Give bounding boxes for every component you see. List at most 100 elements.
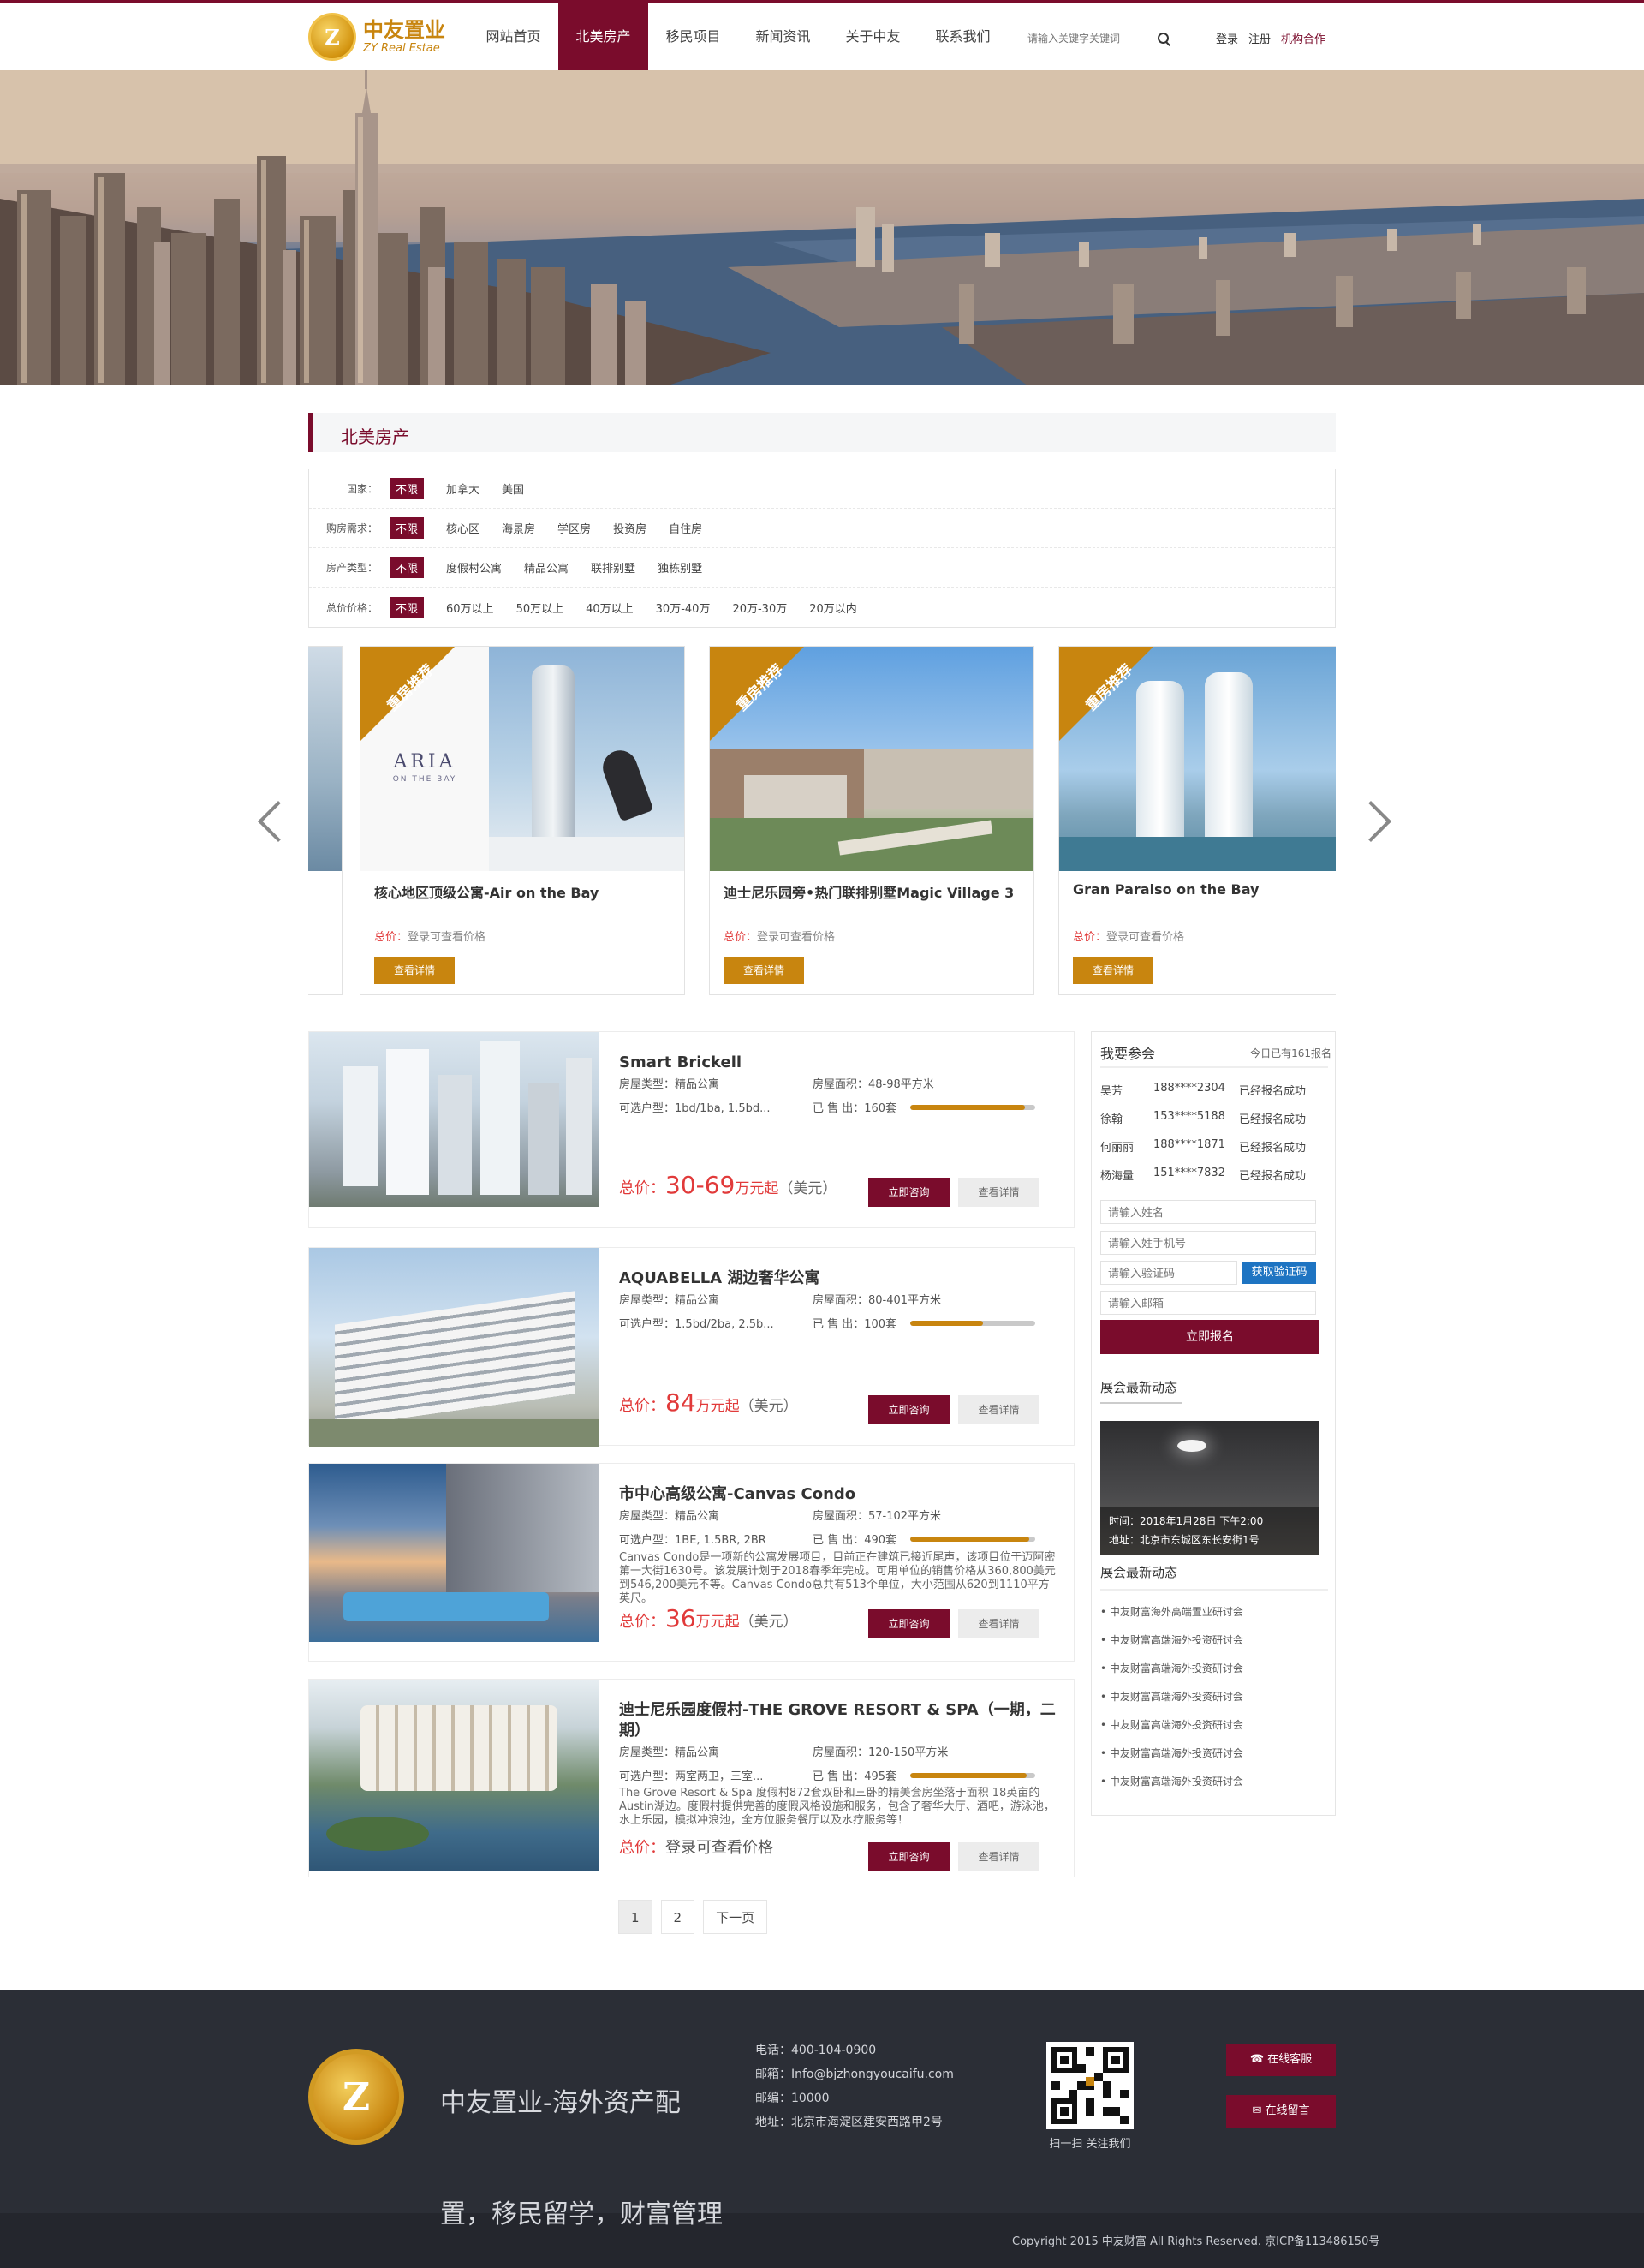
brand-text: ARIA [393, 751, 456, 773]
filter-option[interactable]: 自住房 [669, 520, 702, 536]
login-link[interactable]: 登录 [1216, 30, 1238, 46]
property-image[interactable] [309, 1032, 599, 1207]
consult-button[interactable]: 立即咨询 [868, 1609, 950, 1638]
chat-icon: ☎ [1249, 2053, 1268, 2066]
email-input[interactable] [1100, 1291, 1316, 1315]
filter-option[interactable]: 40万以上 [586, 600, 634, 616]
expo-time: 时间：2018年1月28日 下午2:00 [1109, 1515, 1264, 1527]
listing-layout: 可选户型：1bd/1ba, 1.5bd... [619, 1102, 771, 1115]
listing-sold: 已 售 出：160套 [813, 1102, 897, 1115]
consult-button[interactable]: 立即咨询 [868, 1178, 950, 1207]
code-input[interactable] [1100, 1261, 1237, 1285]
nav-news[interactable]: 新闻资讯 [738, 3, 828, 70]
filter-option[interactable]: 联排别墅 [591, 559, 635, 576]
detail-button[interactable]: 查看详情 [958, 1842, 1039, 1871]
filter-option[interactable]: 精品公寓 [524, 559, 569, 576]
footer-email: 邮箱：Info@bjzhongyoucaifu.com [755, 2068, 954, 2081]
listing-sold: 已 售 出：495套 [813, 1770, 897, 1783]
phone-input[interactable] [1100, 1231, 1316, 1255]
carousel-next-icon[interactable] [1361, 797, 1391, 848]
carousel-prev-icon[interactable] [253, 797, 283, 848]
news-item[interactable]: • 中友财富高端海外投资研讨会 [1100, 1661, 1330, 1675]
listing-title[interactable]: Smart Brickell [619, 1053, 1056, 1073]
filter-option[interactable]: 60万以上 [446, 600, 494, 616]
carousel-card: ARIA ON THE BAY 重房推荐 核心地区顶级公寓-Air on the… [360, 646, 685, 995]
card-title[interactable]: 迪士尼乐园旁•热门联排别墅Magic Village 3 [724, 881, 1014, 902]
nav-home[interactable]: 网站首页 [468, 3, 558, 70]
filter-option[interactable]: 海景房 [502, 520, 535, 536]
property-image[interactable] [309, 1680, 599, 1871]
news-item[interactable]: • 中友财富高端海外投资研讨会 [1100, 1632, 1330, 1647]
property-image[interactable] [309, 1464, 599, 1642]
consult-button[interactable]: 立即咨询 [868, 1395, 950, 1424]
detail-button[interactable]: 查看详情 [958, 1178, 1039, 1207]
view-detail-button[interactable]: 查看详情 [374, 957, 455, 984]
listing-title[interactable]: 市中心高级公寓-Canvas Condo [619, 1484, 1056, 1505]
news-item[interactable]: • 中友财富海外高端置业研讨会 [1100, 1604, 1330, 1619]
news-item[interactable]: • 中友财富高端海外投资研讨会 [1100, 1746, 1330, 1760]
view-detail-button[interactable]: 查看详情 [1073, 957, 1153, 984]
name-input[interactable] [1100, 1200, 1316, 1224]
site-logo[interactable]: Z 中友置业 ZY Real Estae [308, 13, 454, 61]
filter-option-selected[interactable]: 不限 [390, 596, 425, 618]
filter-option-selected[interactable]: 不限 [390, 478, 425, 499]
filter-option[interactable]: 学区房 [557, 520, 591, 536]
expo-photo[interactable]: 时间：2018年1月28日 下午2:00 地址：北京市东城区东长安街1号 [1100, 1421, 1319, 1555]
listing-area: 房屋面积：120-150平方米 [813, 1746, 949, 1759]
filter-option[interactable]: 20万以内 [809, 600, 857, 616]
page-2[interactable]: 2 [660, 1900, 695, 1934]
card-title[interactable]: Gran Paraiso on the Bay [1073, 881, 1259, 898]
divider [1100, 1066, 1328, 1068]
footer-slogan-line2: 置，移民留学，财富管理 [440, 2199, 723, 2229]
recommend-ribbon: 重房推荐 [710, 647, 804, 741]
filter-option[interactable]: 50万以上 [516, 600, 564, 616]
listing-title[interactable]: 迪士尼乐园度假村-THE GROVE RESORT & SPA（一期，二期） [619, 1700, 1056, 1741]
news-item[interactable]: • 中友财富高端海外投资研讨会 [1100, 1717, 1330, 1732]
filter-option[interactable]: 独栋别墅 [658, 559, 702, 576]
nav-contact[interactable]: 联系我们 [918, 3, 1008, 70]
logo-en-text: ZY Real Estae [363, 42, 440, 55]
news-item[interactable]: • 中友财富高端海外投资研讨会 [1100, 1774, 1330, 1788]
footer-address: 地址：北京市海淀区建安西路甲2号 [755, 2116, 943, 2129]
listing-title[interactable]: AQUABELLA 湖边奢华公寓 [619, 1268, 1056, 1289]
logo-cn-text: 中友置业 [363, 18, 445, 42]
filter-option[interactable]: 加拿大 [446, 480, 480, 497]
filter-option-selected[interactable]: 不限 [390, 557, 425, 578]
listing-area: 房屋面积：80-401平方米 [813, 1294, 942, 1307]
filter-option-selected[interactable]: 不限 [390, 517, 425, 539]
view-detail-button[interactable]: 查看详情 [724, 957, 804, 984]
detail-button[interactable]: 查看详情 [958, 1395, 1039, 1424]
register-link[interactable]: 注册 [1248, 30, 1271, 46]
carousel-card: 重房推荐 迪士尼乐园旁•热门联排别墅Magic Village 3 总价：登录可… [709, 646, 1034, 995]
consult-button[interactable]: 立即咨询 [868, 1842, 950, 1871]
card-price: 总价：登录可查看价格 [1073, 931, 1185, 944]
online-service-button[interactable]: ☎ 在线客服 [1226, 2044, 1336, 2076]
cooperate-link[interactable]: 机构合作 [1281, 30, 1325, 46]
nav-about[interactable]: 关于中友 [828, 3, 918, 70]
next-page[interactable]: 下一页 [703, 1900, 768, 1934]
filter-option[interactable]: 美国 [502, 480, 524, 497]
card-title[interactable]: 核心地区顶级公寓-Air on the Bay [374, 881, 599, 902]
detail-button[interactable]: 查看详情 [958, 1609, 1039, 1638]
footer-slogan-line1: 中友置业-海外资产配 [440, 2088, 681, 2118]
filter-option[interactable]: 20万-30万 [732, 600, 787, 616]
filter-option[interactable]: 度假村公寓 [446, 559, 502, 576]
online-message-button[interactable]: ✉ 在线留言 [1226, 2095, 1336, 2128]
get-code-button[interactable]: 获取验证码 [1242, 1262, 1316, 1284]
filter-option[interactable]: 投资房 [613, 520, 646, 536]
property-image[interactable] [308, 647, 342, 871]
signup-count: 今日已有161报名 [1250, 1047, 1331, 1059]
page-1[interactable]: 1 [618, 1900, 652, 1934]
footer-bottom-bar [0, 2213, 1644, 2268]
news-item[interactable]: • 中友财富高端海外投资研讨会 [1100, 1689, 1330, 1704]
search-icon[interactable] [1156, 31, 1171, 46]
filter-option[interactable]: 核心区 [446, 520, 480, 536]
signup-submit-button[interactable]: 立即报名 [1100, 1320, 1319, 1354]
search-input[interactable] [1028, 27, 1156, 51]
nav-immigration[interactable]: 移民项目 [648, 3, 738, 70]
nav-north-america[interactable]: 北美房产 [558, 3, 648, 70]
footer-phone: 电话：400-104-0900 [755, 2044, 877, 2057]
listing-description: The Grove Resort & Spa 度假村872套双卧和三卧的精美套房… [619, 1787, 1055, 1827]
filter-option[interactable]: 30万-40万 [656, 600, 711, 616]
property-image[interactable] [309, 1248, 599, 1447]
